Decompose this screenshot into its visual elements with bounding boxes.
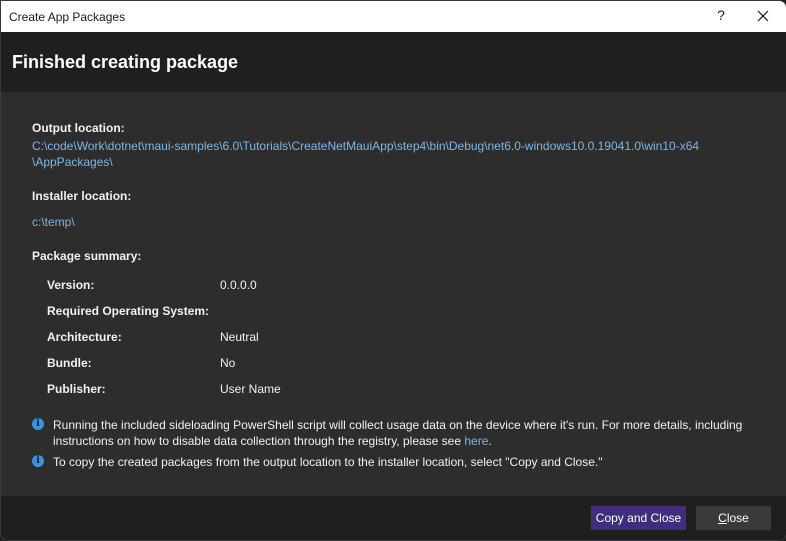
page-title: Finished creating package <box>12 52 239 72</box>
summary-value: Neutral <box>220 330 259 344</box>
help-button[interactable]: ? <box>713 7 729 23</box>
output-location-path-line2[interactable]: \AppPackages\ <box>32 155 113 169</box>
dialog-content: Output location: C:\code\Work\dotnet\mau… <box>1 92 786 496</box>
summary-value: No <box>220 356 236 370</box>
close-mnemonic: C <box>718 511 727 525</box>
summary-label: Required Operating System: <box>47 304 210 318</box>
summary-value: User Name <box>220 382 281 396</box>
installer-location-label: Installer location: <box>32 189 132 203</box>
close-button[interactable]: Close <box>696 506 771 530</box>
here-link[interactable]: here <box>464 434 488 448</box>
summary-label: Version: <box>47 278 95 292</box>
info-icon: i <box>32 455 44 467</box>
title-bar: Create App Packages ? <box>1 1 786 32</box>
close-icon <box>757 10 769 22</box>
create-app-packages-dialog: Create App Packages ? Finished creating … <box>0 0 786 541</box>
summary-value: 0.0.0.0 <box>220 278 257 292</box>
period: . <box>488 434 492 448</box>
installer-location-path[interactable]: c:\temp\ <box>32 215 75 229</box>
window-title: Create App Packages <box>9 10 126 24</box>
info-text-line1: Running the included sideloading PowerSh… <box>53 418 743 432</box>
close-window-button[interactable] <box>753 6 773 26</box>
info-icon: i <box>32 418 44 430</box>
dialog-footer: Copy and Close Close <box>1 496 786 540</box>
summary-label: Publisher: <box>47 382 106 396</box>
output-location-path-line1[interactable]: C:\code\Work\dotnet\maui-samples\6.0\Tut… <box>32 139 699 153</box>
summary-label: Architecture: <box>47 330 122 344</box>
close-label-rest: lose <box>726 511 749 525</box>
output-location-label: Output location: <box>32 121 125 135</box>
info-text-line1: To copy the created packages from the ou… <box>53 455 603 469</box>
copy-and-close-button[interactable]: Copy and Close <box>591 506 686 530</box>
summary-label: Bundle: <box>47 356 92 370</box>
dialog-header: Finished creating package <box>1 32 786 92</box>
package-summary-label: Package summary: <box>32 249 142 263</box>
info-text-line2: instructions on how to disable data coll… <box>53 434 465 448</box>
